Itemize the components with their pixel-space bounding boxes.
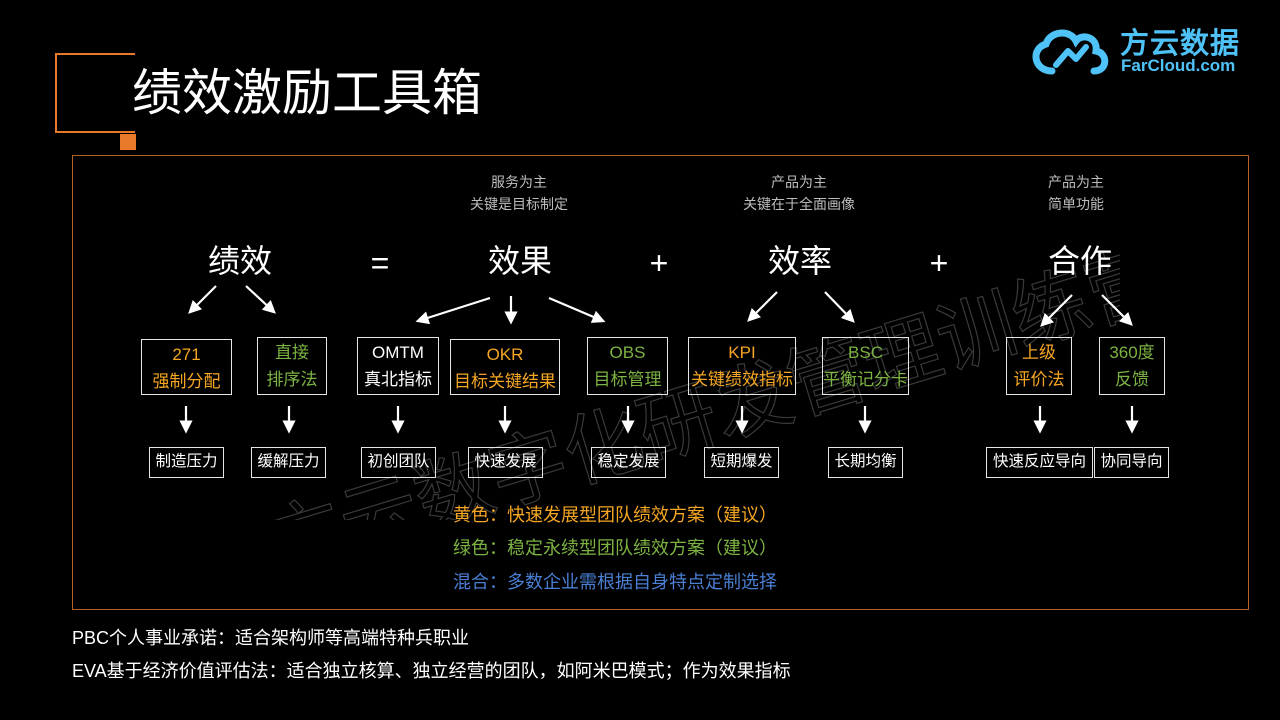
legend-yellow: 黄色：快速发展型团队绩效方案（建议） bbox=[453, 505, 777, 525]
arrow-effect-right bbox=[548, 296, 606, 323]
result-okr: 快速发展 bbox=[468, 447, 543, 478]
tool-kpi: KPI 关键绩效指标 bbox=[688, 337, 796, 395]
result-omtm: 初创团队 bbox=[361, 447, 436, 478]
tool-271-line1: 271 bbox=[172, 345, 201, 364]
arrow-perf-right bbox=[245, 285, 276, 314]
tool-obs-line1: OBS bbox=[609, 343, 646, 362]
legend-green: 绿色：稳定永续型团队绩效方案（建议） bbox=[453, 538, 777, 558]
tool-direct-line2: 排序法 bbox=[266, 370, 318, 389]
result-direct: 缓解压力 bbox=[251, 447, 326, 478]
tool-obs-line2: 目标管理 bbox=[593, 370, 662, 389]
result-obs: 稳定发展 bbox=[591, 447, 666, 478]
tool-bsc-line1: BSC bbox=[848, 343, 883, 362]
arrow-coop-left bbox=[1040, 294, 1073, 327]
tool-360: 360度 反馈 bbox=[1099, 337, 1165, 395]
legend-mixed: 混合：多数企业需根据自身特点定制选择 bbox=[453, 572, 777, 592]
footer-line-2: EVA基于经济价值评估法：适合独立核算、独立经营的团队，如阿米巴模式；作为效果指… bbox=[72, 661, 791, 681]
tool-kpi-line2: 关键绩效指标 bbox=[691, 370, 793, 389]
tool-direct-line1: 直接 bbox=[275, 343, 309, 362]
tool-omtm-line1: OMTM bbox=[372, 343, 424, 362]
tool-360-line1: 360度 bbox=[1109, 343, 1155, 362]
arrow-perf-left bbox=[188, 285, 217, 314]
slide: 方云数字化研发管理训练营 绩效激励工具箱 方云数据 FarCloud.com 服… bbox=[0, 0, 1280, 720]
tool-obs: OBS 目标管理 bbox=[587, 337, 668, 395]
footer-line-1: PBC个人事业承诺：适合架构师等高端特种兵职业 bbox=[72, 628, 470, 648]
arrow-eff-right bbox=[824, 291, 855, 323]
tool-okr-line2: 目标关键结果 bbox=[454, 372, 556, 391]
tool-kpi-line1: KPI bbox=[728, 343, 756, 362]
tool-superior-line2: 评价法 bbox=[1013, 370, 1065, 389]
arrow-eff-left bbox=[747, 291, 778, 322]
tool-omtm: OMTM 真北指标 bbox=[357, 337, 439, 395]
tool-okr-line1: OKR bbox=[486, 345, 524, 364]
tool-superior: 上级 评价法 bbox=[1006, 337, 1072, 395]
result-271: 制造压力 bbox=[149, 447, 224, 478]
result-bsc: 长期均衡 bbox=[828, 447, 903, 478]
tool-omtm-line2: 真北指标 bbox=[364, 370, 432, 389]
arrow-coop-right bbox=[1101, 294, 1133, 326]
tool-bsc: BSC 平衡记分卡 bbox=[822, 337, 909, 395]
result-superior: 快速反应导向 bbox=[986, 447, 1093, 478]
tool-271-line2: 强制分配 bbox=[152, 372, 221, 391]
tool-271: 271 强制分配 bbox=[141, 339, 232, 395]
tool-okr: OKR 目标关键结果 bbox=[450, 339, 560, 395]
tool-bsc-line2: 平衡记分卡 bbox=[823, 370, 908, 389]
tool-direct: 直接 排序法 bbox=[257, 337, 327, 395]
tool-360-line2: 反馈 bbox=[1115, 370, 1149, 389]
result-kpi: 短期爆发 bbox=[704, 447, 779, 478]
arrow-effect-left bbox=[415, 296, 491, 325]
result-360: 协同导向 bbox=[1094, 447, 1169, 478]
tool-superior-line1: 上级 bbox=[1022, 343, 1056, 362]
